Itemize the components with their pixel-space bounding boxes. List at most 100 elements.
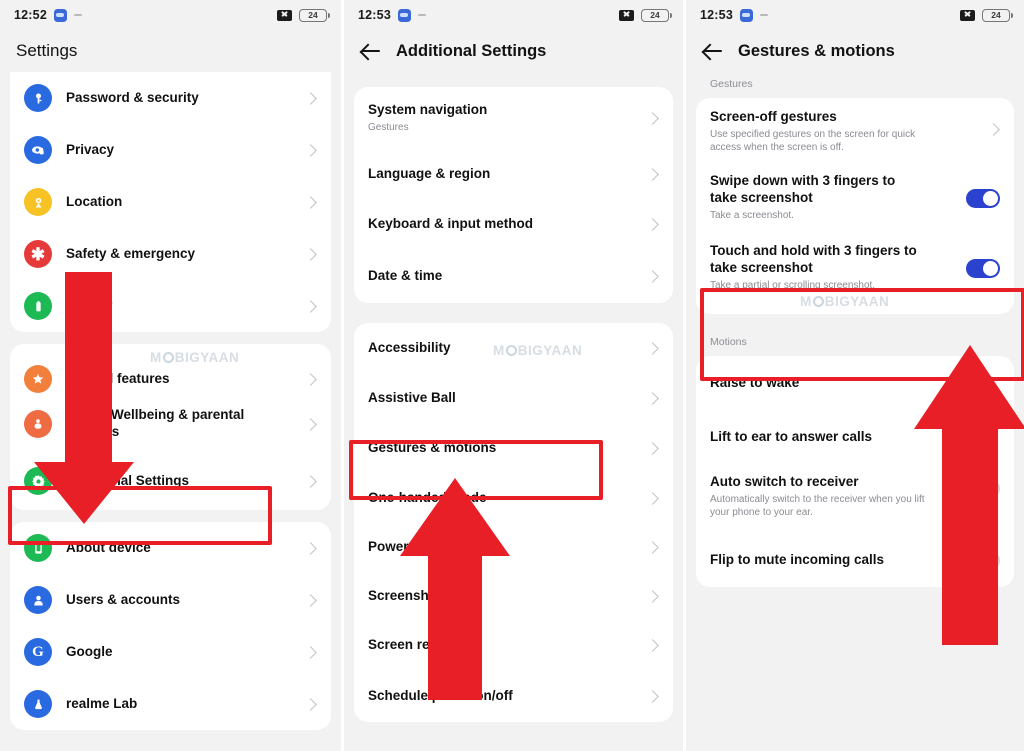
list-item-label: Power (368, 539, 409, 555)
status-dash-icon (73, 14, 82, 16)
special-features-icon (24, 365, 52, 393)
chevron-right-icon (987, 123, 1000, 136)
sidebar-item-label: Battery (66, 297, 113, 313)
list-item-screen-recording[interactable]: Screen recording (354, 621, 673, 670)
sidebar-item-battery[interactable]: Battery (10, 280, 331, 332)
chevron-right-icon (304, 91, 317, 105)
settings-panel: 12:52 24 Settings Password & security Pr… (0, 0, 341, 751)
sidebar-item-about-device[interactable]: About device (10, 522, 331, 574)
list-item-label: Touch and hold with 3 fingers to take sc… (710, 243, 917, 275)
sidebar-item-safety-emergency[interactable]: ✱ Safety & emergency (10, 228, 331, 280)
section-header-gestures: Gestures (710, 78, 753, 90)
list-item-assistive-ball[interactable]: Assistive Ball (354, 373, 673, 423)
sidebar-item-additional-settings[interactable]: Additional Settings (10, 452, 331, 510)
battery-icon (24, 292, 52, 320)
message-icon (53, 8, 67, 22)
list-item-auto-switch-receiver[interactable]: Auto switch to receiver Automatically sw… (696, 463, 1014, 533)
toggle-touch-hold-screenshot[interactable] (966, 259, 1000, 278)
list-item-accessibility[interactable]: Accessibility (354, 323, 673, 373)
list-item-lift-to-ear[interactable]: Lift to ear to answer calls (696, 411, 1014, 463)
list-item-raise-to-wake[interactable]: Raise to wake (696, 356, 1014, 411)
list-item-language-region[interactable]: Language & region (354, 149, 673, 199)
additional-group-system: System navigation Gestures Language & re… (354, 87, 673, 303)
status-bar: 12:53 24 (344, 0, 683, 30)
battery-level: 24 (308, 10, 318, 20)
list-item-sublabel: Gestures (368, 121, 409, 133)
battery-level: 24 (991, 10, 1001, 20)
list-item-system-navigation[interactable]: System navigation Gestures (354, 87, 673, 149)
list-item-one-handed-mode[interactable]: One-handed mode (354, 473, 673, 523)
device-icon (24, 534, 52, 562)
list-item-label: Assistive Ball (368, 389, 456, 405)
list-item-label: Screen recording (368, 637, 480, 653)
list-item-screen-off-gestures[interactable]: Screen-off gestures Use specified gestur… (696, 98, 1014, 164)
sidebar-item-password-security[interactable]: Password & security (10, 72, 331, 124)
status-bar: 12:53 24 (686, 0, 1024, 30)
chevron-right-icon (646, 441, 659, 455)
sidebar-item-special-features[interactable]: Special features (10, 344, 331, 396)
list-item-sublabel: Take a screenshot. (710, 209, 794, 221)
list-item-keyboard-input[interactable]: Keyboard & input method (354, 199, 673, 249)
sidebar-item-users-accounts[interactable]: Users & accounts (10, 574, 331, 626)
list-item-sublabel: Automatically switch to the receiver whe… (710, 493, 925, 519)
settings-list[interactable]: Password & security Privacy Location ✱ S… (0, 72, 341, 751)
google-icon: G (24, 638, 52, 666)
list-item-gestures-motions[interactable]: Gestures & motions (354, 423, 673, 473)
list-item-date-time[interactable]: Date & time (354, 249, 673, 303)
settings-title-bar: Settings (0, 30, 341, 72)
sidebar-item-label: About device (66, 539, 151, 555)
sidebar-item-label: Digital Wellbeing & parental controls (66, 407, 245, 439)
chevron-right-icon (304, 195, 317, 209)
chevron-right-icon (304, 541, 317, 555)
chevron-right-icon (646, 269, 659, 283)
list-item-label: Screen-off gestures (710, 109, 837, 124)
list-item-label: One-handed mode (368, 489, 487, 505)
chevron-right-icon (304, 143, 317, 157)
gestures-card: Screen-off gestures Use specified gestur… (696, 98, 1014, 314)
message-icon (397, 8, 411, 22)
list-item-flip-to-mute[interactable]: Flip to mute incoming calls (696, 533, 1014, 587)
list-item-touch-hold-screenshot[interactable]: Touch and hold with 3 fingers to take sc… (696, 234, 1014, 314)
sidebar-item-label: realme Lab (66, 695, 138, 711)
gear-icon (24, 467, 52, 495)
list-item-label: Date & time (368, 267, 443, 283)
gestures-motions-list[interactable]: Gestures Screen-off gestures Use specifi… (686, 72, 1024, 751)
wellbeing-icon (24, 410, 52, 438)
chevron-right-icon (304, 372, 317, 386)
sidebar-item-label: Privacy (66, 141, 115, 157)
chevron-right-icon (646, 590, 659, 603)
additional-group-features: M BIGYAAN Accessibility Assistive Ball Ge… (354, 323, 673, 722)
list-item-label: Screenshot (368, 588, 442, 604)
user-icon (24, 586, 52, 614)
list-item-label: Schedule power on/off (368, 687, 513, 703)
sidebar-item-label: Safety & emergency (66, 245, 196, 261)
toggle-auto-switch-receiver[interactable] (966, 479, 1000, 498)
list-item-schedule-power[interactable]: Schedule power on/off (354, 670, 673, 722)
list-item-label: Swipe down with 3 fingers to take screen… (710, 173, 896, 205)
sidebar-item-realme-lab[interactable]: realme Lab (10, 678, 331, 730)
battery-indicator: 24 (641, 8, 672, 22)
list-item-screenshot[interactable]: Screenshot (354, 572, 673, 621)
page-title: Additional Settings (396, 41, 547, 60)
toggle-flip-to-mute[interactable] (966, 550, 1000, 570)
chevron-right-icon (304, 593, 317, 607)
sidebar-item-location[interactable]: Location (10, 176, 331, 228)
back-arrow-icon[interactable] (702, 40, 724, 62)
additional-settings-list[interactable]: System navigation Gestures Language & re… (344, 87, 683, 751)
list-item-swipe-down-screenshot[interactable]: Swipe down with 3 fingers to take screen… (696, 164, 1014, 234)
sidebar-item-privacy[interactable]: Privacy (10, 124, 331, 176)
sidebar-item-digital-wellbeing[interactable]: Digital Wellbeing & parental controls (10, 396, 331, 452)
status-dash-icon (417, 14, 426, 16)
chevron-right-icon (646, 341, 659, 355)
status-dash-icon (759, 14, 768, 16)
sidebar-item-google[interactable]: G Google (10, 626, 331, 678)
list-item-label: Language & region (368, 165, 491, 181)
chevron-right-icon (646, 541, 659, 554)
toggle-swipe-down-screenshot[interactable] (966, 189, 1000, 208)
mute-icon (619, 9, 634, 21)
chevron-right-icon (646, 639, 659, 652)
lab-icon (24, 690, 52, 718)
back-arrow-icon[interactable] (360, 40, 382, 62)
list-item-power[interactable]: Power (354, 523, 673, 572)
mute-icon (960, 9, 975, 21)
